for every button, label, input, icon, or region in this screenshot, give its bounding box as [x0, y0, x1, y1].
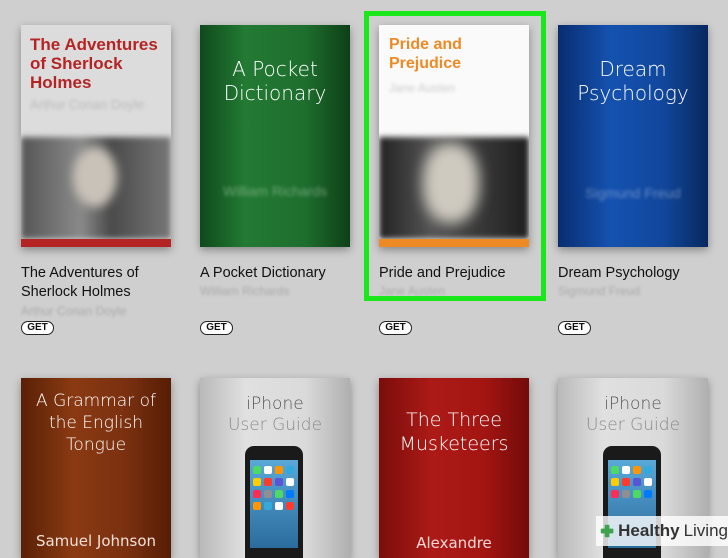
- book-author: William Richards: [200, 284, 290, 298]
- book-title-pocket-dictionary[interactable]: A Pocket Dictionary: [200, 264, 360, 283]
- get-button[interactable]: GET: [379, 321, 412, 335]
- book-title-dream-psychology[interactable]: Dream Psychology: [558, 264, 718, 283]
- cover-title: A Grammar of the English Tongue: [36, 391, 156, 455]
- book-cover-iphone-user-guide[interactable]: iPhone User Guide: [200, 378, 350, 558]
- cover-author: Samuel Johnson: [35, 532, 157, 550]
- get-button[interactable]: GET: [21, 321, 54, 335]
- book-title-sherlock-holmes[interactable]: The Adventures of Sherlock Holmes: [21, 264, 181, 302]
- get-button[interactable]: GET: [558, 321, 591, 335]
- cover-author: William Richards: [222, 183, 328, 199]
- cover-title: iPhone User Guide: [227, 394, 323, 435]
- watermark-brand-2: Living: [683, 521, 728, 540]
- cover-bottom-stripe: [21, 239, 171, 247]
- book-cover-sherlock-holmes[interactable]: The Adventures of Sherlock Holmes Arthur…: [21, 25, 171, 247]
- cover-author: Sigmund Freud: [585, 185, 681, 201]
- cover-portrait-face: [73, 147, 117, 207]
- cover-title: The Adventures of Sherlock Holmes: [30, 35, 158, 92]
- cover-title: The Three Musketeers: [399, 409, 509, 455]
- book-author: Arthur Conan Doyle: [21, 304, 127, 318]
- book-cover-dream-psychology[interactable]: Dream Psychology Sigmund Freud: [558, 25, 708, 247]
- book-cover-pocket-dictionary[interactable]: A Pocket Dictionary William Richards: [200, 25, 350, 247]
- book-author: Sigmund Freud: [558, 284, 641, 298]
- cover-author: Alexandre: [416, 534, 492, 552]
- selection-highlight: [364, 11, 546, 301]
- book-cover-grammar-english-tongue[interactable]: A Grammar of the English Tongue Samuel J…: [21, 378, 171, 558]
- watermark-brand: Healthy: [618, 521, 680, 540]
- get-button[interactable]: GET: [200, 321, 233, 335]
- healthy-living-watermark: Healthy Living: [596, 516, 728, 546]
- iphone-image: [245, 446, 303, 558]
- book-cover-three-musketeers[interactable]: The Three Musketeers Alexandre: [379, 378, 529, 558]
- cover-title: Dream Psychology: [577, 57, 689, 105]
- plus-icon: [600, 524, 614, 538]
- cover-author: Arthur Conan Doyle: [30, 97, 145, 112]
- cover-title: A Pocket Dictionary: [223, 57, 327, 105]
- cover-title: iPhone User Guide: [585, 394, 681, 435]
